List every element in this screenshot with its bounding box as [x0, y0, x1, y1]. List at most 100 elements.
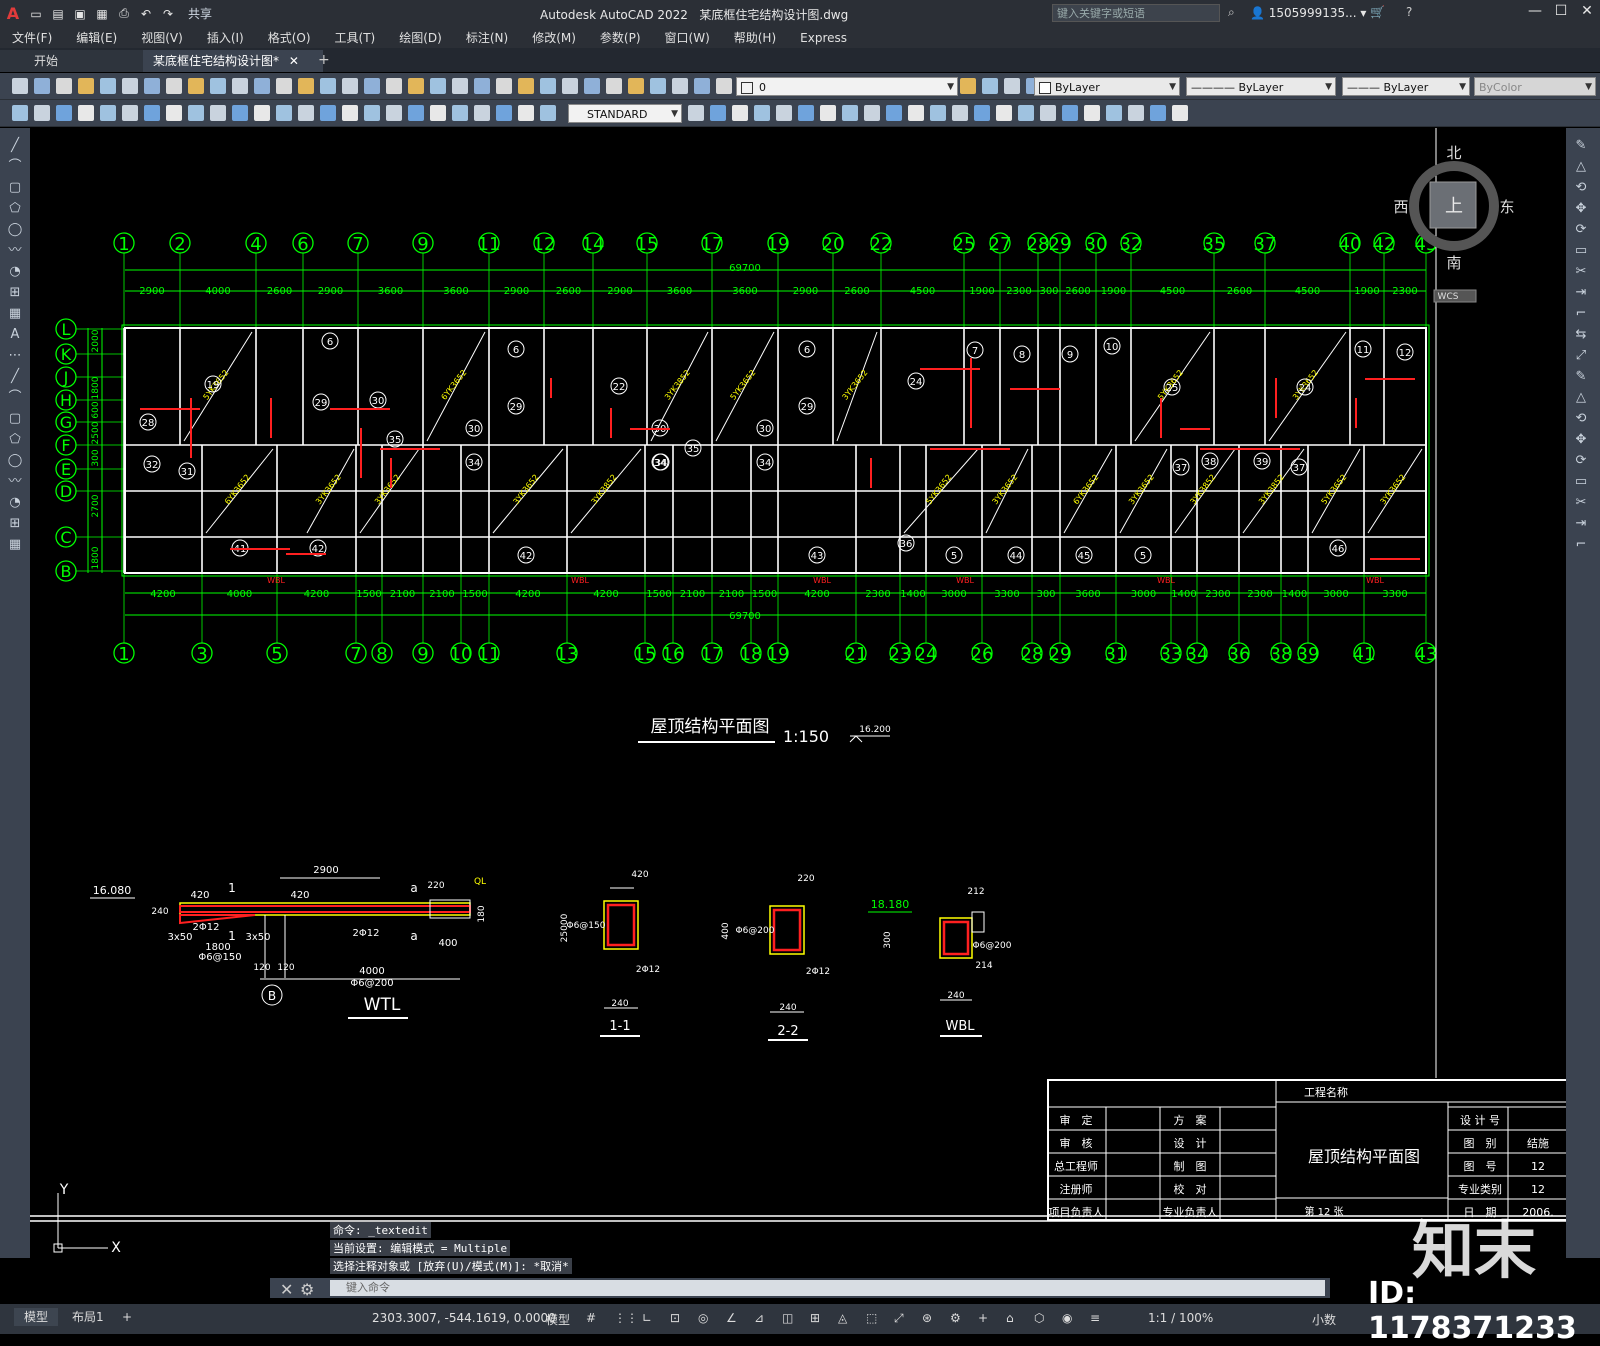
toolbar-tool-icon[interactable]	[364, 78, 380, 94]
toolbar-tool-icon[interactable]	[518, 78, 534, 94]
menu-dimension[interactable]: 标注(N)	[454, 29, 520, 46]
side-tool-icon[interactable]: △	[1573, 159, 1589, 175]
side-tool-icon[interactable]: ✂	[1573, 495, 1589, 511]
toolbar-tool-icon[interactable]	[732, 105, 748, 121]
status-toggle-icon[interactable]: #	[586, 1311, 596, 1325]
plot-icon[interactable]: ⎙	[114, 5, 134, 23]
autocad-logo-icon[interactable]: A	[0, 4, 26, 23]
side-tool-icon[interactable]: ⋯	[7, 348, 23, 364]
toolbar-tool-icon[interactable]	[1062, 105, 1078, 121]
toolbar-tool-icon[interactable]	[820, 105, 836, 121]
menu-modify[interactable]: 修改(M)	[520, 29, 588, 46]
side-tool-icon[interactable]: ⇥	[1573, 285, 1589, 301]
toolbar-tool-icon[interactable]	[754, 105, 770, 121]
side-tool-icon[interactable]: ▦	[7, 537, 23, 553]
customize-icon[interactable]: ⚙	[300, 1280, 314, 1299]
toolbar-tool-icon[interactable]	[56, 105, 72, 121]
toolbar-tool-icon[interactable]	[1150, 105, 1166, 121]
toolbar-tool-icon[interactable]	[12, 105, 28, 121]
command-input[interactable]: 键入命令	[330, 1280, 1325, 1296]
side-tool-icon[interactable]: ⬠	[7, 201, 23, 217]
side-tool-icon[interactable]: ◔	[7, 264, 23, 280]
menu-parametric[interactable]: 参数(P)	[588, 29, 653, 46]
lineweight-dropdown[interactable]: ——— ByLayer ▼	[1342, 77, 1470, 96]
color-dropdown[interactable]: ByLayer ▼	[1034, 77, 1180, 96]
toolbar-tool-icon[interactable]	[496, 78, 512, 94]
side-tool-icon[interactable]: ◯	[7, 453, 23, 469]
toolbar-tool-icon[interactable]	[166, 105, 182, 121]
toolbar-tool-icon[interactable]	[672, 78, 688, 94]
toolbar-tool-icon[interactable]	[386, 78, 402, 94]
toolbar-tool-icon[interactable]	[710, 105, 726, 121]
toolbar-tool-icon[interactable]	[518, 105, 534, 121]
status-toggle-icon[interactable]: ◉	[1062, 1311, 1072, 1325]
toolbar-tool-icon[interactable]	[254, 105, 270, 121]
toolbar-tool-icon[interactable]	[430, 105, 446, 121]
toolbar-tool-icon[interactable]	[78, 78, 94, 94]
toolbar-tool-icon[interactable]	[1128, 105, 1144, 121]
toolbar-tool-icon[interactable]	[320, 78, 336, 94]
toolbar-tool-icon[interactable]	[408, 78, 424, 94]
status-toggle-icon[interactable]: ⬚	[866, 1311, 877, 1325]
model-space-toggle[interactable]: 模型	[546, 1311, 570, 1328]
toolbar-tool-icon[interactable]	[496, 105, 512, 121]
side-tool-icon[interactable]: ✎	[1573, 138, 1589, 154]
search-input[interactable]: 键入关键字或短语	[1052, 4, 1220, 22]
side-tool-icon[interactable]: ⟳	[1573, 222, 1589, 238]
toolbar-tool-icon[interactable]	[886, 105, 902, 121]
undo-icon[interactable]: ↶	[136, 5, 156, 23]
textstyle-dropdown[interactable]: STANDARD ▼	[568, 104, 682, 123]
toolbar-tool-icon[interactable]	[12, 78, 28, 94]
status-toggle-icon[interactable]: ∠	[726, 1311, 737, 1325]
toolbar-tool-icon[interactable]	[1084, 105, 1100, 121]
toolbar-tool-icon[interactable]	[1040, 105, 1056, 121]
toolbar-tool-icon[interactable]	[144, 78, 160, 94]
toolbar-tool-icon[interactable]	[474, 105, 490, 121]
status-toggle-icon[interactable]: ⊛	[922, 1311, 932, 1325]
toolbar-tool-icon[interactable]	[960, 78, 976, 94]
plotstyle-dropdown[interactable]: ByColor ▼	[1474, 77, 1596, 96]
side-tool-icon[interactable]: △	[1573, 390, 1589, 406]
status-toggle-icon[interactable]: ⬡	[1034, 1311, 1044, 1325]
status-toggle-icon[interactable]: ⤢	[894, 1311, 904, 1326]
new-file-icon[interactable]: ▭	[26, 5, 46, 23]
save-as-icon[interactable]: ▦	[92, 5, 112, 23]
maximize-button[interactable]: ☐	[1548, 3, 1574, 23]
toolbar-tool-icon[interactable]	[864, 105, 880, 121]
toolbar-tool-icon[interactable]	[34, 105, 50, 121]
toolbar-tool-icon[interactable]	[254, 78, 270, 94]
toolbar-tool-icon[interactable]	[408, 105, 424, 121]
toolbar-tool-icon[interactable]	[386, 105, 402, 121]
status-toggle-icon[interactable]: ⊡	[670, 1311, 680, 1325]
toolbar-tool-icon[interactable]	[210, 105, 226, 121]
tab-layout1[interactable]: 布局1	[62, 1308, 114, 1326]
menu-window[interactable]: 窗口(W)	[653, 29, 722, 46]
status-toggle-icon[interactable]: +	[978, 1311, 988, 1325]
toolbar-tool-icon[interactable]	[842, 105, 858, 121]
tab-model[interactable]: 模型	[14, 1308, 59, 1326]
toolbar-tool-icon[interactable]	[210, 78, 226, 94]
close-command-icon[interactable]: ✕	[280, 1280, 293, 1299]
status-toggle-icon[interactable]: ∟	[642, 1311, 652, 1325]
toolbar-tool-icon[interactable]	[1018, 105, 1034, 121]
toolbar-tool-icon[interactable]	[540, 78, 556, 94]
side-tool-icon[interactable]: ⌒	[7, 159, 23, 175]
side-tool-icon[interactable]: ⇥	[1573, 516, 1589, 532]
toolbar-tool-icon[interactable]	[952, 105, 968, 121]
side-tool-icon[interactable]: ✥	[1573, 432, 1589, 448]
toolbar-tool-icon[interactable]	[474, 78, 490, 94]
new-tab-button[interactable]: +	[318, 52, 330, 68]
toolbar-tool-icon[interactable]	[298, 78, 314, 94]
toolbar-tool-icon[interactable]	[320, 105, 336, 121]
layer-dropdown[interactable]: 0 ▼	[736, 77, 958, 96]
status-toggle-icon[interactable]: ◎	[698, 1311, 708, 1325]
toolbar-tool-icon[interactable]	[688, 105, 704, 121]
toolbar-tool-icon[interactable]	[540, 105, 556, 121]
search-icon[interactable]: ⌕	[1228, 5, 1235, 20]
toolbar-tool-icon[interactable]	[776, 105, 792, 121]
toolbar-tool-icon[interactable]	[974, 105, 990, 121]
toolbar-tool-icon[interactable]	[144, 105, 160, 121]
side-tool-icon[interactable]: ▢	[7, 411, 23, 427]
side-tool-icon[interactable]: A	[7, 327, 23, 343]
side-tool-icon[interactable]: ◔	[7, 495, 23, 511]
